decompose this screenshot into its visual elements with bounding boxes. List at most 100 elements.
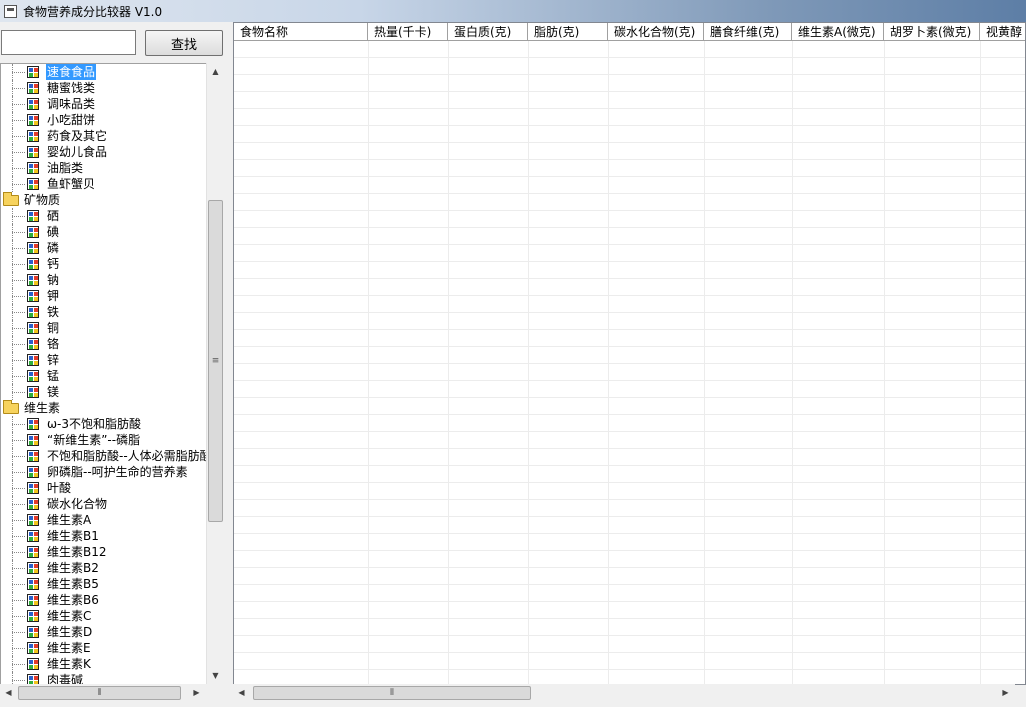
tree-horizontal-scrollbar[interactable]: ◀ ⦀ ▶ [0, 684, 206, 702]
table-icon [27, 226, 39, 238]
column-header[interactable]: 热量(千卡) [368, 23, 448, 41]
table-icon [27, 674, 39, 684]
column-header[interactable]: 胡罗卜素(微克) [884, 23, 980, 41]
tree-item[interactable]: 速食食品 [1, 64, 207, 80]
table-icon [27, 178, 39, 190]
tree-item[interactable]: 维生素B1 [1, 528, 207, 544]
tree-item[interactable]: 药食及其它 [1, 128, 207, 144]
table-icon [27, 546, 39, 558]
tree-item-label: 肉毒碱 [47, 673, 84, 684]
tree-item-label: 铬 [47, 337, 60, 351]
tree-item[interactable]: 肉毒碱 [1, 672, 207, 684]
grid-body[interactable] [234, 41, 1025, 684]
scroll-right-arrow-icon[interactable]: ▶ [188, 684, 205, 701]
tree-item[interactable]: 铁 [1, 304, 207, 320]
table-icon [27, 386, 39, 398]
tree-item[interactable]: ω-3不饱和脂肪酸 [1, 416, 207, 432]
column-gridline [368, 41, 369, 684]
tree-item-label: 油脂类 [47, 161, 84, 175]
tree-item[interactable]: 维生素D [1, 624, 207, 640]
tree-item[interactable]: 油脂类 [1, 160, 207, 176]
table-icon [27, 466, 39, 478]
nutrition-grid[interactable]: 食物名称 热量(千卡) 蛋白质(克) 脂肪(克) 碳水化合物(克) 膳食纤维(克) 维生素A… [233, 22, 1026, 685]
open-folder-icon [3, 399, 19, 414]
table-icon [27, 658, 39, 670]
tree-folder[interactable]: 维生素 [1, 399, 207, 416]
tree-item[interactable]: 婴幼儿食品 [1, 144, 207, 160]
tree-item[interactable]: 调味品类 [1, 96, 207, 112]
tree-item[interactable]: 钾 [1, 288, 207, 304]
tree-item[interactable]: 硒 [1, 208, 207, 224]
tree-item[interactable]: 碘 [1, 224, 207, 240]
tree-vertical-scrollbar[interactable]: ▲ ≡ ▼ [206, 63, 224, 684]
tree-item[interactable]: 锌 [1, 352, 207, 368]
tree-item[interactable]: 铜 [1, 320, 207, 336]
scroll-left-arrow-icon[interactable]: ◀ [233, 684, 250, 701]
tree-item[interactable]: 钙 [1, 256, 207, 272]
column-header[interactable]: 碳水化合物(克) [608, 23, 704, 41]
column-header[interactable]: 维生素A(微克) [792, 23, 884, 41]
tree-item[interactable]: 维生素B12 [1, 544, 207, 560]
tree-item[interactable]: 维生素A [1, 512, 207, 528]
tree-item[interactable]: 维生素B6 [1, 592, 207, 608]
grid-horizontal-scrollbar[interactable]: ◀ ⦀ ▶ [233, 684, 1015, 702]
scroll-left-arrow-icon[interactable]: ◀ [0, 684, 17, 701]
column-header[interactable]: 蛋白质(克) [448, 23, 528, 41]
tree-item-label: 速食食品 [46, 64, 97, 80]
tree-item[interactable]: 镁 [1, 384, 207, 400]
window-title: 食物营养成分比较器 V1.0 [23, 4, 163, 19]
table-icon [27, 210, 39, 222]
tree-item-label: 鱼虾蟹贝 [47, 177, 96, 191]
tree-item[interactable]: 维生素C [1, 608, 207, 624]
tree-item[interactable]: 鱼虾蟹贝 [1, 176, 207, 192]
table-icon [27, 66, 39, 78]
column-gridline [448, 41, 449, 684]
tree-item-label: 调味品类 [47, 97, 96, 111]
open-folder-icon [3, 191, 19, 206]
column-header[interactable]: 膳食纤维(克) [704, 23, 792, 41]
tree-item-label: 钙 [47, 257, 60, 271]
tree-item[interactable]: 糖蜜饯类 [1, 80, 207, 96]
tree-item-label: 不饱和脂肪酸--人体必需脂肪酸 [47, 449, 212, 463]
tree-item-label: “新维生素”--磷脂 [47, 433, 141, 447]
column-gridline [792, 41, 793, 684]
tree-item-label: 维生素D [47, 625, 93, 639]
tree-item[interactable]: 维生素E [1, 640, 207, 656]
grid-hscroll-thumb[interactable]: ⦀ [253, 686, 531, 700]
column-header[interactable]: 食物名称 [234, 23, 368, 41]
category-tree[interactable]: 速食食品 糖蜜饯类 调味品类 小吃甜饼 药食及其它 婴幼儿食品 油脂类鱼虾蟹贝 矿物质硒碘磷钙… [0, 63, 224, 684]
tree-item[interactable]: “新维生素”--磷脂 [1, 432, 207, 448]
table-icon [27, 370, 39, 382]
tree-item[interactable]: 叶酸 [1, 480, 207, 496]
tree-item-label: 维生素A [47, 513, 92, 527]
column-header[interactable]: 视黄醇 [980, 23, 1025, 41]
tree-folder[interactable]: 矿物质 [1, 191, 207, 208]
column-header[interactable]: 脂肪(克) [528, 23, 608, 41]
tree-item-label: 叶酸 [47, 481, 72, 495]
search-button[interactable]: 查找 [145, 30, 223, 56]
tree-item-label: 镁 [47, 385, 60, 399]
tree-item[interactable]: 维生素K [1, 656, 207, 672]
tree-item[interactable]: 铬 [1, 336, 207, 352]
scroll-right-arrow-icon[interactable]: ▶ [997, 684, 1014, 701]
tree-item-label: 维生素E [47, 641, 91, 655]
tree-item[interactable]: 碳水化合物 [1, 496, 207, 512]
tree-item[interactable]: 磷 [1, 240, 207, 256]
scroll-down-arrow-icon[interactable]: ▼ [207, 667, 224, 684]
tree-item[interactable]: 小吃甜饼 [1, 112, 207, 128]
tree-item[interactable]: 维生素B5 [1, 576, 207, 592]
scroll-up-arrow-icon[interactable]: ▲ [207, 63, 224, 80]
tree-item-label: 卵磷脂--呵护生命的营养素 [47, 465, 188, 479]
tree-item[interactable]: 锰 [1, 368, 207, 384]
tree-hscroll-thumb[interactable]: ⦀ [18, 686, 181, 700]
tree-item[interactable]: 不饱和脂肪酸--人体必需脂肪酸 [1, 448, 212, 464]
table-icon [27, 338, 39, 350]
tree-vscroll-thumb[interactable]: ≡ [208, 200, 223, 522]
tree-item-label: 维生素C [47, 609, 92, 623]
search-input[interactable] [1, 30, 136, 55]
tree-item[interactable]: 维生素B2 [1, 560, 207, 576]
table-icon [27, 562, 39, 574]
tree-item[interactable]: 卵磷脂--呵护生命的营养素 [1, 464, 207, 480]
tree-item-label: 磷 [47, 241, 60, 255]
tree-item[interactable]: 钠 [1, 272, 207, 288]
